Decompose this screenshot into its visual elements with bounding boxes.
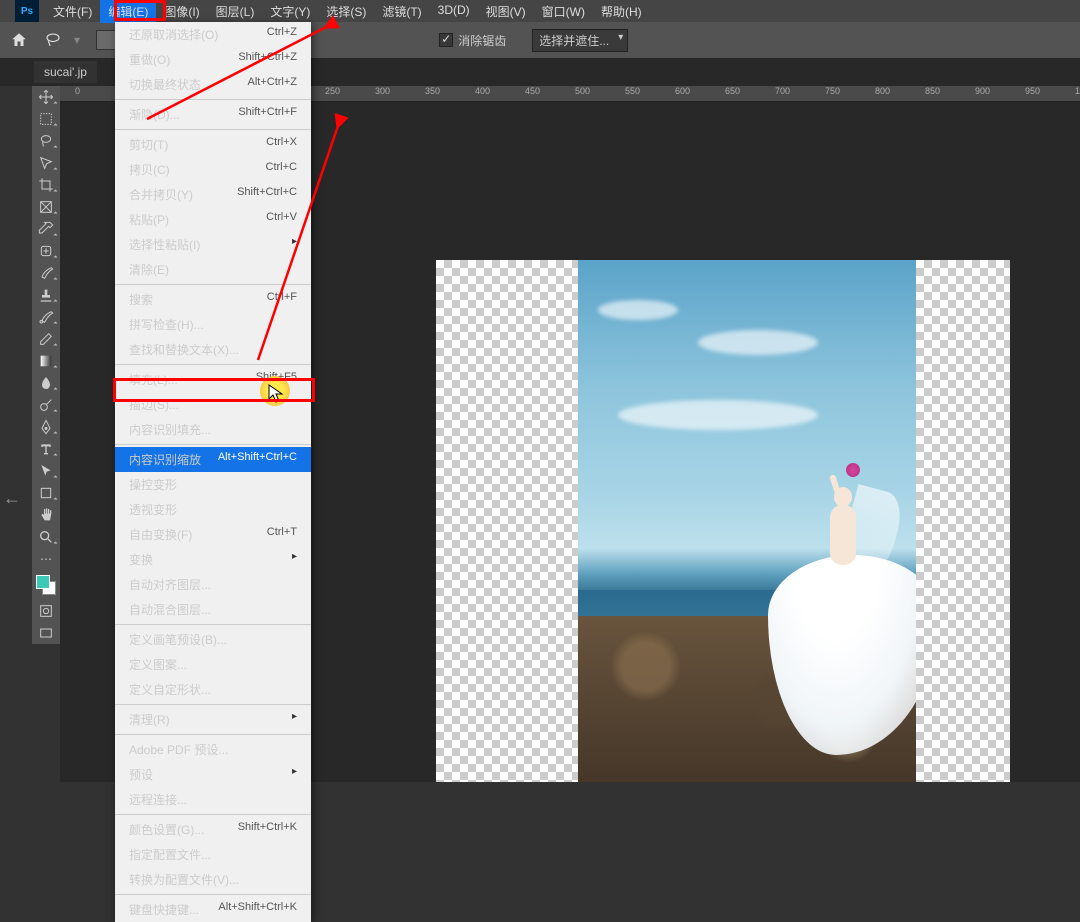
menu-8[interactable]: 视图(V) [478, 0, 534, 23]
dodge-tool[interactable] [33, 395, 59, 415]
menubar: Ps 文件(F)编辑(E)图像(I)图层(L)文字(Y)选择(S)滤镜(T)3D… [0, 0, 1080, 22]
menu-3[interactable]: 图层(L) [208, 0, 263, 23]
menu-item[interactable]: 搜索Ctrl+F [115, 287, 311, 312]
hand-tool[interactable] [33, 505, 59, 525]
menu-7[interactable]: 3D(D) [430, 0, 478, 23]
menu-item[interactable]: 自由变换(F)Ctrl+T [115, 522, 311, 547]
shape-tool[interactable] [33, 483, 59, 503]
menu-item[interactable]: 定义图案... [115, 652, 311, 677]
crop-tool[interactable] [33, 175, 59, 195]
menu-item[interactable]: Adobe PDF 预设... [115, 737, 311, 762]
menu-4[interactable]: 文字(Y) [262, 0, 318, 23]
screen-mode-icon[interactable] [33, 623, 59, 643]
cursor-icon [268, 384, 284, 404]
menu-item: 拼写检查(H)... [115, 312, 311, 337]
menu-item[interactable]: 清除(E) [115, 257, 311, 282]
document [436, 260, 1010, 782]
menu-item: 自动混合图层... [115, 597, 311, 622]
quick-select-tool[interactable] [33, 153, 59, 173]
antialias-label: 消除锯齿 [458, 32, 506, 49]
menu-item[interactable]: 变换 [115, 547, 311, 572]
menu-item[interactable]: 定义画笔预设(B)... [115, 627, 311, 652]
menu-10[interactable]: 帮助(H) [593, 0, 650, 23]
more-tools[interactable]: ⋯ [33, 549, 59, 569]
menu-item[interactable]: 内容识别缩放Alt+Shift+Ctrl+C [115, 447, 311, 472]
menu-item[interactable]: 还原取消选择(O)Ctrl+Z [115, 22, 311, 47]
marquee-tool[interactable] [33, 109, 59, 129]
menu-item: 剪切(T)Ctrl+X [115, 132, 311, 157]
checkbox-icon[interactable] [439, 33, 453, 47]
history-brush-tool[interactable] [33, 307, 59, 327]
stamp-tool[interactable] [33, 285, 59, 305]
zoom-tool[interactable] [33, 527, 59, 547]
menu-item: 查找和替换文本(X)... [115, 337, 311, 362]
photo-content [578, 260, 916, 782]
eraser-tool[interactable] [33, 329, 59, 349]
menu-item[interactable]: 颜色设置(G)...Shift+Ctrl+K [115, 817, 311, 842]
menu-item: 定义自定形状... [115, 677, 311, 702]
menu-item: 渐隐(D)...Shift+Ctrl+F [115, 102, 311, 127]
menu-9[interactable]: 窗口(W) [534, 0, 593, 23]
edit-menu-dropdown: 还原取消选择(O)Ctrl+Z重做(O)Shift+Ctrl+Z切换最终状态Al… [115, 22, 311, 922]
menu-item[interactable]: 指定配置文件... [115, 842, 311, 867]
antialias-option[interactable]: 消除锯齿 [439, 32, 506, 49]
select-and-mask-button[interactable]: 选择并遮住... [532, 29, 628, 52]
healing-tool[interactable] [33, 241, 59, 261]
pen-tool[interactable] [33, 417, 59, 437]
menu-item[interactable]: 合并拷贝(Y)Shift+Ctrl+C [115, 182, 311, 207]
menu-item[interactable]: 选择性粘贴(I) [115, 232, 311, 257]
menu-item[interactable]: 清理(R) [115, 707, 311, 732]
menu-item[interactable]: 操控变形 [115, 472, 311, 497]
app-icon: Ps [15, 0, 39, 22]
gradient-tool[interactable] [33, 351, 59, 371]
menu-5[interactable]: 选择(S) [318, 0, 374, 23]
tool-palette: ⋯ [32, 86, 60, 644]
tool-preset-icon[interactable] [42, 29, 64, 51]
menu-item: 内容识别填充... [115, 417, 311, 442]
menu-item[interactable]: 预设 [115, 762, 311, 787]
menu-item: 重做(O)Shift+Ctrl+Z [115, 47, 311, 72]
menu-item[interactable]: 粘贴(P)Ctrl+V [115, 207, 311, 232]
menu-item[interactable]: 透视变形 [115, 497, 311, 522]
back-arrow-icon[interactable]: ← [3, 488, 21, 509]
path-select-tool[interactable] [33, 461, 59, 481]
menu-6[interactable]: 滤镜(T) [374, 0, 429, 23]
menu-item[interactable]: 拷贝(C)Ctrl+C [115, 157, 311, 182]
blur-tool[interactable] [33, 373, 59, 393]
menu-item[interactable]: 转换为配置文件(V)... [115, 867, 311, 892]
color-swatch[interactable] [35, 574, 57, 596]
menu-item[interactable]: 远程连接... [115, 787, 311, 812]
move-tool[interactable] [33, 87, 59, 107]
menu-item[interactable]: 切换最终状态Alt+Ctrl+Z [115, 72, 311, 97]
frame-tool[interactable] [33, 197, 59, 217]
menu-item[interactable]: 键盘快捷键...Alt+Shift+Ctrl+K [115, 897, 311, 922]
home-icon[interactable] [6, 27, 32, 53]
menu-1[interactable]: 编辑(E) [100, 0, 156, 23]
quick-mask-icon[interactable] [33, 601, 59, 621]
document-tab[interactable]: sucai'.jp [34, 61, 97, 83]
lasso-tool[interactable] [33, 131, 59, 151]
brush-tool[interactable] [33, 263, 59, 283]
menu-2[interactable]: 图像(I) [156, 0, 207, 23]
eyedropper-tool[interactable] [33, 219, 59, 239]
menu-item: 自动对齐图层... [115, 572, 311, 597]
type-tool[interactable] [33, 439, 59, 459]
menu-0[interactable]: 文件(F) [45, 0, 100, 23]
